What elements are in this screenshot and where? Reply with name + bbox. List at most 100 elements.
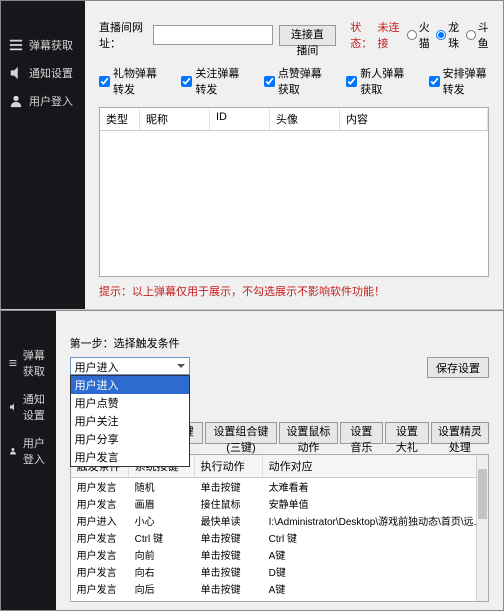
option-enter[interactable]: 用户进入 — [71, 376, 189, 394]
check-follow[interactable]: 关注弹幕转发 — [181, 65, 241, 97]
cell: 用户发言 — [71, 580, 129, 597]
col-type: 类型 — [100, 108, 140, 130]
table-row[interactable]: 用户发言向右单击按键D键 — [71, 563, 488, 580]
cell: 白珍 — [129, 597, 195, 602]
url-row: 直播间网址： 连接直播间 状态： 未连接 火猫 龙珠 斗鱼 — [99, 19, 489, 51]
sidebar-label: 用户登入 — [23, 435, 48, 467]
option-share[interactable]: 用户分享 — [71, 430, 189, 448]
list-icon — [9, 356, 17, 370]
cell: 用户发言 — [71, 597, 129, 602]
user-icon — [9, 94, 23, 108]
gcol-action: 执行动作 — [195, 455, 263, 477]
sidebar-label: 弹幕获取 — [23, 347, 48, 379]
radio-huomao[interactable]: 火猫 — [407, 19, 430, 51]
danmu-table: 类型 昵称 ID 头像 内容 — [99, 107, 489, 277]
cell: I:\Administrator\Desktop\游戏前独动态\首页\远... — [263, 512, 488, 529]
cell: D键 — [263, 563, 488, 580]
scrollbar-thumb[interactable] — [478, 469, 487, 519]
radio-longzhu[interactable]: 龙珠 — [436, 19, 459, 51]
cell: 随机 — [129, 478, 195, 495]
scrollbar[interactable] — [476, 455, 488, 601]
cell: I 键 — [263, 597, 488, 602]
option-speak[interactable]: 用户发言 — [71, 448, 189, 466]
step1-label: 第一步：选择触发条件 — [70, 335, 489, 351]
table-header: 类型 昵称 ID 头像 内容 — [100, 108, 488, 131]
tab-sprite[interactable]: 设置精灵处理 — [431, 422, 489, 444]
status-value: 未连接 — [378, 19, 401, 51]
cell: 单击按键 — [195, 580, 263, 597]
col-nick: 昵称 — [140, 108, 210, 130]
rules-table: 触发条件 系统按键 执行动作 动作对应 用户发言随机单击按键太难看着用户发言画眉… — [70, 454, 489, 602]
table-row[interactable]: 用户进入小心最快单读I:\Administrator\Desktop\游戏前独动… — [71, 512, 488, 529]
table-row[interactable]: 用户发言向前单击按键A键 — [71, 546, 488, 563]
sidebar-label: 弹幕获取 — [29, 37, 73, 53]
cell: A键 — [263, 546, 488, 563]
trigger-select-wrap: 用户进入 用户进入 用户点赞 用户关注 用户分享 用户发言 — [70, 357, 190, 375]
list-icon — [9, 38, 23, 52]
check-newuser[interactable]: 新人弹幕获取 — [346, 65, 406, 97]
platform-radios: 火猫 龙珠 斗鱼 — [407, 19, 489, 51]
cell: 单击按键 — [195, 597, 263, 602]
check-arrange[interactable]: 安排弹幕转发 — [429, 65, 489, 97]
filter-row: 礼物弹幕转发 关注弹幕转发 点赞弹幕获取 新人弹幕获取 安排弹幕转发 — [99, 65, 489, 97]
main-panel-2: 第一步：选择触发条件 用户进入 用户进入 用户点赞 用户关注 用户分享 用户发言… — [56, 311, 503, 610]
cell: 向前 — [129, 546, 195, 563]
cell: 安静单值 — [263, 495, 488, 512]
col-content: 内容 — [340, 108, 488, 130]
sidebar2-item-notify[interactable]: 通知设置 — [1, 385, 56, 429]
gcol-map: 动作对应 — [263, 455, 488, 477]
tab-gift[interactable]: 设置大礼 — [385, 422, 429, 444]
table-row[interactable]: 用户发言白珍单击按键I 键 — [71, 597, 488, 602]
cell: 接住鼠标 — [195, 495, 263, 512]
cell: 用户进入 — [71, 512, 129, 529]
url-label: 直播间网址： — [99, 19, 147, 51]
cell: 画眉 — [129, 495, 195, 512]
cell: 用户发言 — [71, 563, 129, 580]
cell: A键 — [263, 580, 488, 597]
window-danmu: — ✕ 弹幕获取 通知设置 用户登入 直播间网址： 连接直播间 — [0, 0, 504, 310]
cell: Ctrl 键 — [129, 529, 195, 546]
room-url-input[interactable] — [153, 25, 273, 45]
save-settings-button[interactable]: 保存设置 — [427, 357, 489, 378]
cell: 用户发言 — [71, 495, 129, 512]
main-panel: 直播间网址： 连接直播间 状态： 未连接 火猫 龙珠 斗鱼 礼物弹幕转发 关注弹… — [85, 1, 503, 309]
option-like[interactable]: 用户点赞 — [71, 394, 189, 412]
cell: 最快单读 — [195, 512, 263, 529]
cell: 单击按键 — [195, 529, 263, 546]
sidebar2-item-login[interactable]: 用户登入 — [1, 429, 56, 473]
sidebar-label: 通知设置 — [23, 391, 48, 423]
step1-row: 用户进入 用户进入 用户点赞 用户关注 用户分享 用户发言 保存设置 — [70, 357, 489, 378]
table-row[interactable]: 用户发言Ctrl 键单击按键Ctrl 键 — [71, 529, 488, 546]
cell: 小心 — [129, 512, 195, 529]
tab-combo3[interactable]: 设置组合键 (三键) — [205, 422, 278, 444]
sidebar-label: 用户登入 — [29, 93, 73, 109]
check-gift[interactable]: 礼物弹幕转发 — [99, 65, 159, 97]
radio-douyu[interactable]: 斗鱼 — [466, 19, 489, 51]
cell: 单击按键 — [195, 478, 263, 495]
check-like[interactable]: 点赞弹幕获取 — [264, 65, 324, 97]
col-id: ID — [210, 108, 270, 130]
sidebar: 弹幕获取 通知设置 用户登入 — [1, 1, 85, 309]
sidebar2-item-danmu[interactable]: 弹幕获取 — [1, 341, 56, 385]
status-label: 状态： — [350, 19, 373, 51]
sidebar-label: 通知设置 — [29, 65, 73, 81]
tab-music[interactable]: 设置音乐 — [340, 422, 384, 444]
connect-button[interactable]: 连接直播间 — [279, 25, 337, 46]
cell: 太难看着 — [263, 478, 488, 495]
cell: 用户发言 — [71, 478, 129, 495]
trigger-select[interactable]: 用户进入 — [70, 357, 190, 375]
sidebar-item-notify[interactable]: 通知设置 — [1, 59, 85, 87]
tip-text: 提示：以上弹幕仅用于展示，不勾选展示不影响软件功能！ — [99, 283, 489, 299]
option-follow[interactable]: 用户关注 — [71, 412, 189, 430]
user-icon — [9, 444, 17, 458]
cell: 单击按键 — [195, 563, 263, 580]
sidebar-item-danmu[interactable]: 弹幕获取 — [1, 31, 85, 59]
cell: 向右 — [129, 563, 195, 580]
cell: 向后 — [129, 580, 195, 597]
sidebar-item-login[interactable]: 用户登入 — [1, 87, 85, 115]
sound-icon — [9, 66, 23, 80]
tab-mouse[interactable]: 设置鼠标动作 — [279, 422, 337, 444]
table-row[interactable]: 用户发言画眉接住鼠标安静单值 — [71, 495, 488, 512]
table-row[interactable]: 用户发言随机单击按键太难看着 — [71, 478, 488, 495]
table-row[interactable]: 用户发言向后单击按键A键 — [71, 580, 488, 597]
